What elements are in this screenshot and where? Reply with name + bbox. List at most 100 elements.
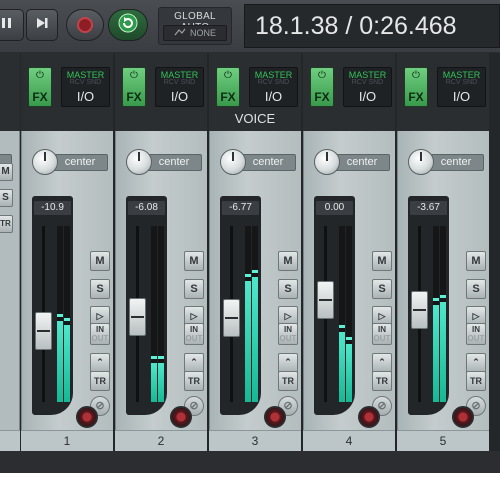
- track-strip-body: center -6.08 M S ▷ IN OUT ⌃ TR ⊘: [115, 131, 207, 451]
- routing-io-label: I/O: [76, 89, 95, 104]
- fx-button[interactable]: ⏻ FX: [122, 67, 146, 107]
- in-label: IN: [472, 325, 480, 334]
- fader-panel: 0.00: [314, 196, 355, 415]
- input-output-button[interactable]: IN OUT: [372, 323, 392, 345]
- track-name[interactable]: VOICE: [209, 111, 301, 126]
- record-arm-button[interactable]: [264, 406, 286, 428]
- record-arm-button[interactable]: [170, 406, 192, 428]
- pan-knob[interactable]: [408, 149, 434, 175]
- meter-left-fill: [57, 321, 63, 402]
- meter-left: [151, 226, 157, 402]
- track-strip-header: ⏻ FX MASTER RCV SND I/O: [21, 53, 113, 131]
- mute-button[interactable]: M: [372, 251, 392, 271]
- pan-knob[interactable]: [220, 149, 246, 175]
- skip-forward-icon: [34, 16, 50, 35]
- trim-button[interactable]: TR: [372, 371, 392, 391]
- fx-button[interactable]: ⏻ FX: [216, 67, 240, 107]
- volume-fader[interactable]: [317, 281, 334, 320]
- repeat-button[interactable]: [108, 9, 148, 41]
- routing-button[interactable]: MASTER RCV SND I/O: [61, 67, 110, 107]
- record-arm-button[interactable]: [358, 406, 380, 428]
- pan-knob[interactable]: [314, 149, 340, 175]
- volume-fader[interactable]: [35, 311, 52, 350]
- routing-button[interactable]: MASTER RCV SND I/O: [249, 67, 298, 107]
- track-number[interactable]: 5: [397, 430, 489, 451]
- track-number[interactable]: 4: [303, 430, 395, 451]
- master-tr-button[interactable]: TR: [0, 215, 13, 233]
- global-auto-mode-button[interactable]: NONE: [163, 25, 227, 41]
- fx-button[interactable]: ⏻ FX: [310, 67, 334, 107]
- envelope-icon[interactable]: ⌃: [372, 353, 392, 373]
- track-number[interactable]: 2: [115, 430, 207, 451]
- routing-io-label: I/O: [358, 89, 377, 104]
- record-icon: [77, 17, 93, 33]
- volume-fader[interactable]: [223, 299, 240, 338]
- in-label: IN: [190, 325, 198, 334]
- input-output-button[interactable]: IN OUT: [466, 323, 486, 345]
- envelope-icon[interactable]: ⌃: [466, 353, 486, 373]
- volume-fader[interactable]: [411, 290, 428, 329]
- meter-left-fill: [339, 331, 345, 402]
- fx-button[interactable]: ⏻ FX: [28, 67, 52, 107]
- routing-button[interactable]: MASTER RCV SND I/O: [343, 67, 392, 107]
- input-output-button[interactable]: IN OUT: [184, 323, 204, 345]
- meter-right-peak: [64, 317, 70, 321]
- track-number[interactable]: 1: [21, 430, 113, 451]
- solo-button[interactable]: S: [466, 279, 486, 299]
- track-strip-5: ⏻ FX MASTER RCV SND I/O center -3.67 M S…: [397, 53, 489, 451]
- master-mute-button[interactable]: M: [0, 163, 13, 181]
- meter-left: [339, 226, 345, 402]
- trim-button[interactable]: TR: [466, 371, 486, 391]
- skip-forward-button[interactable]: [26, 9, 58, 41]
- mute-button[interactable]: M: [466, 251, 486, 271]
- trim-button[interactable]: TR: [90, 371, 110, 391]
- solo-button[interactable]: S: [372, 279, 392, 299]
- routing-sub-label: RCV SND: [445, 79, 478, 86]
- track-number[interactable]: 3: [209, 430, 301, 451]
- power-icon: ⏻: [412, 70, 420, 81]
- track-strip-4: ⏻ FX MASTER RCV SND I/O center 0.00 M S …: [303, 53, 395, 451]
- meter-left: [245, 226, 251, 402]
- envelope-icon[interactable]: ⌃: [184, 353, 204, 373]
- pan-knob[interactable]: [32, 149, 58, 175]
- master-strip: M S TR: [0, 53, 20, 451]
- pan-knob[interactable]: [126, 149, 152, 175]
- fx-button[interactable]: ⏻ FX: [404, 67, 428, 107]
- fader-panel: -10.9: [32, 196, 73, 415]
- track-strip-body: center 0.00 M S ▷ IN OUT ⌃ TR ⊘: [303, 131, 395, 451]
- mixer-panel: M S TR ⏻ FX MASTER RCV SND I/O center -1…: [0, 53, 500, 473]
- trim-button[interactable]: TR: [278, 371, 298, 391]
- solo-button[interactable]: S: [90, 279, 110, 299]
- mixer-footer: [0, 451, 500, 473]
- record-button[interactable]: [66, 9, 104, 41]
- fader-panel: -6.77: [220, 196, 261, 415]
- meter-right: [252, 226, 258, 402]
- trim-button[interactable]: TR: [184, 371, 204, 391]
- input-output-button[interactable]: IN OUT: [90, 323, 110, 345]
- record-arm-button[interactable]: [76, 406, 98, 428]
- meter-right: [346, 226, 352, 402]
- out-label: OUT: [467, 334, 485, 343]
- routing-button[interactable]: MASTER RCV SND I/O: [437, 67, 486, 107]
- fx-label: FX: [220, 90, 236, 104]
- mute-button[interactable]: M: [278, 251, 298, 271]
- repeat-icon: [118, 13, 138, 38]
- mute-button[interactable]: M: [184, 251, 204, 271]
- time-display[interactable]: 18.1.38 / 0:26.468: [244, 4, 500, 48]
- out-label: OUT: [91, 334, 109, 343]
- solo-button[interactable]: S: [184, 279, 204, 299]
- pause-button[interactable]: [0, 9, 24, 41]
- power-icon: ⏻: [318, 70, 326, 81]
- meter-left-fill: [245, 280, 251, 402]
- volume-fader[interactable]: [129, 297, 146, 336]
- routing-button[interactable]: MASTER RCV SND I/O: [155, 67, 204, 107]
- transport-bar: GLOBAL AUTO NONE 18.1.38 / 0:26.468: [0, 0, 500, 53]
- envelope-icon[interactable]: ⌃: [278, 353, 298, 373]
- master-solo-button[interactable]: S: [0, 189, 13, 207]
- envelope-icon[interactable]: ⌃: [90, 353, 110, 373]
- record-arm-button[interactable]: [452, 406, 474, 428]
- input-output-button[interactable]: IN OUT: [278, 323, 298, 345]
- mute-button[interactable]: M: [90, 251, 110, 271]
- meter-right-peak: [440, 294, 446, 298]
- solo-button[interactable]: S: [278, 279, 298, 299]
